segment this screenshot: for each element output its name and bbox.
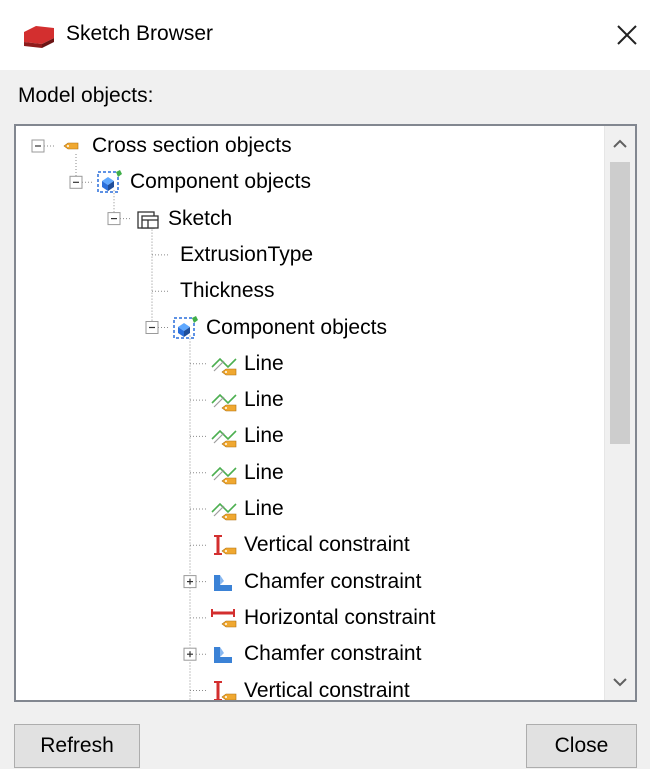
close-button[interactable]: Close <box>526 724 637 768</box>
collapse-icon[interactable] <box>107 212 121 226</box>
collapse-icon[interactable] <box>69 175 83 189</box>
chamfer-constraint-icon <box>214 574 232 591</box>
cross-section-icon <box>63 142 79 150</box>
sketch-icon <box>137 210 159 229</box>
component-objects-icon <box>173 315 198 339</box>
component-objects-icon <box>97 170 122 194</box>
line-icon <box>211 466 237 484</box>
vertical-constraint-icon <box>214 680 237 700</box>
tree-item-label: Line <box>244 460 284 484</box>
tree-item-label: Horizontal constraint <box>244 605 436 629</box>
tree-item[interactable]: Vertical constraint <box>210 530 410 560</box>
tree-item[interactable]: Cross section objects <box>58 131 292 161</box>
tree-item[interactable]: Thickness <box>180 276 275 306</box>
tree-item-label: Cross section objects <box>92 134 292 157</box>
tree-item[interactable]: Component objects <box>172 313 387 343</box>
window-title: Sketch Browser <box>66 22 214 45</box>
refresh-button[interactable]: Refresh <box>14 724 140 768</box>
scroll-down-arrow-icon[interactable] <box>605 664 635 700</box>
vertical-constraint-icon <box>214 535 237 556</box>
tree-item[interactable]: Chamfer constraint <box>210 639 421 669</box>
horizontal-constraint-icon <box>211 608 237 628</box>
tree-item-label: Component objects <box>206 315 387 339</box>
sketch-browser-icon <box>24 26 54 48</box>
tree-item-label: Vertical constraint <box>244 533 410 557</box>
tree-item[interactable]: Horizontal constraint <box>210 603 435 633</box>
model-objects-label: Model objects: <box>18 84 154 107</box>
scrollbar-thumb[interactable] <box>610 162 630 444</box>
expand-icon[interactable] <box>183 575 197 589</box>
line-icon <box>211 502 237 521</box>
tree-item-label: Chamfer constraint <box>244 642 422 666</box>
title-bar: Sketch Browser <box>0 0 650 70</box>
close-icon[interactable] <box>612 20 642 50</box>
tree-item[interactable]: Line <box>210 458 284 488</box>
tree-item-label: ExtrusionType <box>180 242 314 266</box>
tree-item[interactable]: Sketch <box>134 204 232 234</box>
line-icon <box>211 430 237 448</box>
tree-item-label: Line <box>244 497 284 520</box>
collapse-icon[interactable] <box>145 321 159 334</box>
model-objects-tree[interactable]: Cross section objects Component objects Sk… <box>14 124 637 702</box>
tree-item-label: Line <box>244 424 284 448</box>
collapse-icon[interactable] <box>31 139 45 153</box>
tree-item-label: Thickness <box>180 279 275 303</box>
tree-item[interactable]: Line <box>210 385 284 415</box>
tree-item[interactable]: ExtrusionType <box>180 240 313 270</box>
vertical-scrollbar[interactable] <box>604 126 635 700</box>
expand-icon[interactable] <box>183 647 197 661</box>
tree-item-label: Chamfer constraint <box>244 569 422 593</box>
tree-item[interactable]: Vertical constraint <box>210 676 410 702</box>
line-icon <box>211 357 237 376</box>
tree-item-label: Vertical constraint <box>244 678 410 702</box>
tree-item-label: Line <box>244 351 284 375</box>
tree-item[interactable]: Chamfer constraint <box>210 567 421 597</box>
tree-item[interactable]: Component objects <box>96 167 311 197</box>
chamfer-constraint-icon <box>214 647 232 664</box>
tree-item[interactable]: Line <box>210 349 284 379</box>
tree-item-label: Sketch <box>168 206 233 230</box>
scroll-up-arrow-icon[interactable] <box>605 126 635 162</box>
tree-item-label: Line <box>244 388 284 412</box>
line-icon <box>211 393 237 412</box>
tree-item[interactable]: Line <box>210 494 284 524</box>
tree-item-label: Component objects <box>130 170 311 194</box>
tree-item[interactable]: Line <box>210 421 284 451</box>
